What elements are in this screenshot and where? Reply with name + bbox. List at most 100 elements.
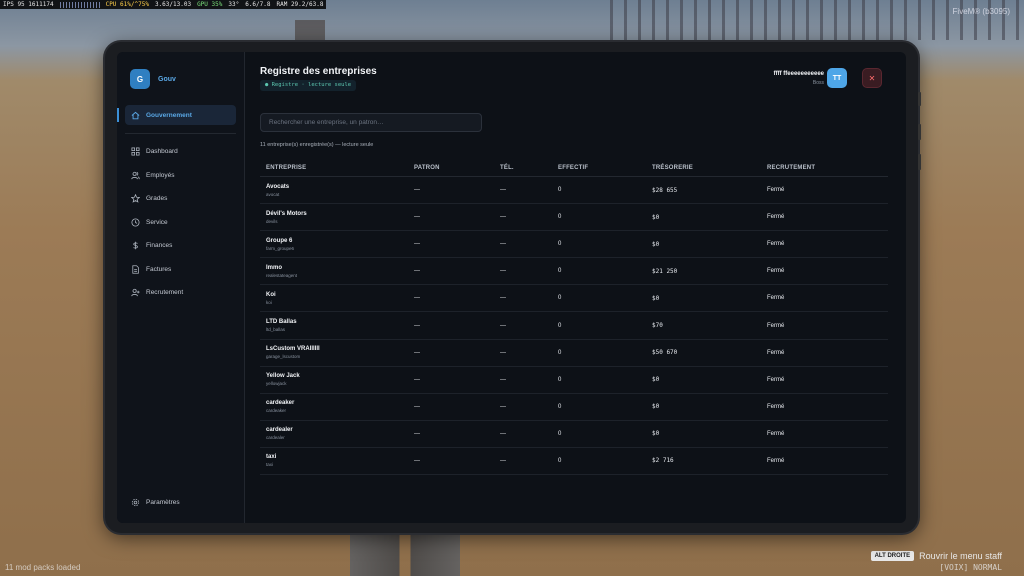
tablet-side-button: [918, 92, 921, 106]
table-row[interactable]: Immo realestateagent — —0 $21 250 Fermé: [260, 257, 888, 286]
cpu-stat: CPU 61%/^75%: [105, 1, 149, 8]
staff-count-cell: 0: [552, 339, 646, 367]
phone-cell: —: [494, 311, 552, 340]
search-input[interactable]: [260, 113, 482, 132]
performance-overlay: IPS 95 1611174 CPU 61%/^75% 3.63/13.03 G…: [0, 0, 327, 9]
phone-cell: —: [494, 176, 552, 205]
company-id: avocat: [266, 191, 280, 197]
result-count: 11 entreprise(s) enregistrée(s) — lectur…: [260, 142, 374, 148]
brand-name: Gouv: [158, 75, 176, 83]
sidebar-item-employes[interactable]: Employés: [117, 164, 244, 188]
treasury-cell: $0: [646, 420, 761, 448]
company-id: cardeaker: [266, 408, 287, 414]
recruitment-status-cell: Fermé: [761, 311, 888, 340]
mem-stat: 6.6/7.8: [245, 1, 271, 8]
table-row[interactable]: Dévil's Motors devils — —0 $0 Fermé: [260, 203, 888, 232]
sidebar-item-finances[interactable]: Finances: [117, 234, 244, 258]
gpu-stat: GPU 35%: [197, 1, 223, 8]
perf-stat: IPS 95 1611174: [3, 1, 54, 8]
company-name: taxi: [266, 454, 277, 461]
keybind-badge: ALT DROITE: [870, 551, 915, 561]
treasury-cell: $2 716: [646, 447, 761, 476]
company-id: farm_groupe6: [266, 245, 295, 251]
boss-cell: —: [408, 393, 494, 421]
table-row[interactable]: cardeaker cardeaker — —0 $0 Fermé: [260, 393, 888, 421]
staff-count-cell: 0: [552, 176, 646, 205]
table-row[interactable]: taxi taxi — —0 $2 716 Fermé: [260, 447, 888, 476]
sidebar-item-gouvernement[interactable]: Gouvernement: [117, 105, 236, 125]
table-row[interactable]: Yellow Jack yellowjack — —0 $0 Fermé: [260, 366, 888, 394]
column-header: TRÉSORERIE: [646, 159, 761, 177]
staff-hint-label: Rouvrir le menu staff: [919, 551, 1002, 561]
company-cell: Groupe 6 farm_groupe6: [260, 230, 408, 259]
staff-count-cell: 0: [552, 420, 646, 448]
voice-status: [VOIX] NORMAL: [939, 563, 1002, 572]
sidebar-item-grades[interactable]: Grades: [117, 187, 244, 211]
background-player-feet: [350, 532, 460, 576]
table-row[interactable]: LTD Ballas ltd_ballas — —0 $70 Fermé: [260, 311, 888, 340]
boss-cell: —: [408, 311, 494, 340]
company-id: cardealer: [266, 435, 285, 441]
boss-cell: —: [408, 257, 494, 286]
avatar[interactable]: TT: [827, 68, 847, 88]
home-icon: [131, 111, 140, 120]
recruitment-status-cell: Fermé: [761, 447, 888, 476]
recruitment-status-cell: Fermé: [761, 230, 888, 259]
main-panel: Registre des entreprises ● Registre · le…: [245, 52, 906, 523]
user-role: Boss: [812, 80, 824, 86]
company-cell: cardealer cardealer: [260, 420, 408, 448]
company-id: realestateagent: [266, 272, 298, 278]
sidebar-item-label: Employés: [146, 171, 175, 179]
sidebar-item-parametres[interactable]: Paramètres: [117, 498, 194, 507]
clock-icon: [131, 218, 140, 227]
phone-cell: —: [494, 257, 552, 286]
column-header: EFFECTIF: [552, 159, 646, 177]
sidebar-item-recrutement[interactable]: Recrutement: [117, 281, 244, 305]
page-title: Registre des entreprises: [260, 66, 377, 77]
company-cell: Avocats avocat: [260, 176, 408, 205]
sidebar-item-label: Grades: [146, 195, 168, 203]
cpu-freq-stat: 3.63/13.03: [154, 1, 192, 8]
table-row[interactable]: Koi koi — —0 $0 Fermé: [260, 284, 888, 313]
sidebar-item-dashboard[interactable]: Dashboard: [117, 140, 244, 164]
company-cell: Immo realestateagent: [260, 257, 408, 286]
mods-status: 11 mod packs loaded: [5, 563, 81, 572]
staff-count-cell: 0: [552, 311, 646, 340]
phone-cell: —: [494, 393, 552, 421]
background-pier: [610, 0, 1024, 40]
company-cell: LTD Ballas ltd_ballas: [260, 311, 408, 340]
sidebar-item-factures[interactable]: Factures: [117, 258, 244, 282]
treasury-cell: $0: [646, 366, 761, 394]
company-cell: Yellow Jack yellowjack: [260, 366, 408, 394]
boss-cell: —: [408, 284, 494, 313]
close-button[interactable]: ✕: [862, 68, 882, 88]
recruitment-status-cell: Fermé: [761, 339, 888, 367]
table-row[interactable]: Groupe 6 farm_groupe6— —0 $0 Fermé: [260, 230, 888, 259]
close-icon: ✕: [868, 73, 876, 83]
company-name: cardealer: [266, 427, 293, 434]
table-row[interactable]: cardealer cardealer — —0 $0 Fermé: [260, 420, 888, 448]
treasury-cell: $0: [646, 203, 761, 232]
user-plus-icon: [131, 288, 140, 297]
companies-table: ENTREPRISE PATRON TÉL. EFFECTIF TRÉSORER…: [260, 159, 888, 476]
company-cell: Dévil's Motors devils: [260, 203, 408, 232]
column-header: PATRON: [408, 159, 494, 177]
table-row[interactable]: LsCustom VRAIIIIII garage_lscustom — —0 $50 …: [260, 339, 888, 367]
company-name: Yellow Jack: [266, 373, 300, 380]
gpu-temp-stat: 33°: [228, 1, 240, 8]
brand: G Gouv: [117, 52, 244, 89]
sidebar-item-label: Service: [146, 218, 168, 226]
phone-cell: —: [494, 203, 552, 232]
recruitment-status-cell: Fermé: [761, 393, 888, 421]
column-header: TÉL.: [494, 159, 552, 177]
company-id: garage_lscustom: [266, 354, 301, 360]
table-row[interactable]: Avocats avocat — —0 $28 655 Fermé: [260, 176, 888, 205]
treasury-cell: $0: [646, 393, 761, 421]
star-icon: [131, 194, 140, 204]
boss-cell: —: [408, 203, 494, 232]
brand-logo: G: [130, 69, 150, 89]
phone-cell: —: [494, 230, 552, 259]
sidebar-item-service[interactable]: Service: [117, 211, 244, 235]
breadcrumb: ● Registre · lecture seule: [260, 80, 357, 91]
recruitment-status-cell: Fermé: [761, 203, 888, 232]
